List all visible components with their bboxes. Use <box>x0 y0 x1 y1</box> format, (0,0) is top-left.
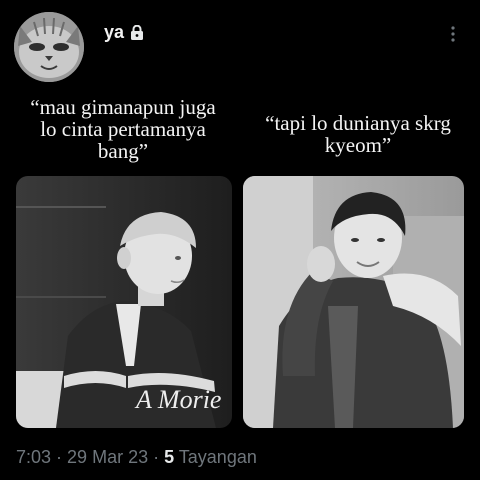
tweet-meta: 7:03 · 29 Mar 23 · 5 Tayangan <box>16 447 257 468</box>
caption-left: “mau gimanapun juga lo cinta pertamanya … <box>30 95 216 163</box>
username-row: ya <box>104 22 144 43</box>
caption-right: “tapi lo dunianya skrg kyeom” <box>265 111 451 157</box>
views-label: Tayangan <box>174 447 257 467</box>
photo-right[interactable] <box>243 176 464 428</box>
more-vertical-icon[interactable] <box>446 24 460 44</box>
lock-icon <box>130 24 144 40</box>
photo-left[interactable]: A Morie <box>16 176 232 428</box>
meta-separator: · <box>51 447 68 467</box>
views-count[interactable]: 5 <box>164 447 174 468</box>
cat-face-avatar-icon <box>14 12 84 82</box>
username[interactable]: ya <box>104 22 124 43</box>
sweater-text: A Morie <box>134 385 221 414</box>
tweet-time[interactable]: 7:03 <box>16 447 51 468</box>
tweet-date[interactable]: 29 Mar 23 <box>67 447 148 468</box>
avatar[interactable] <box>14 12 84 82</box>
meta-separator-2: · <box>148 447 165 467</box>
